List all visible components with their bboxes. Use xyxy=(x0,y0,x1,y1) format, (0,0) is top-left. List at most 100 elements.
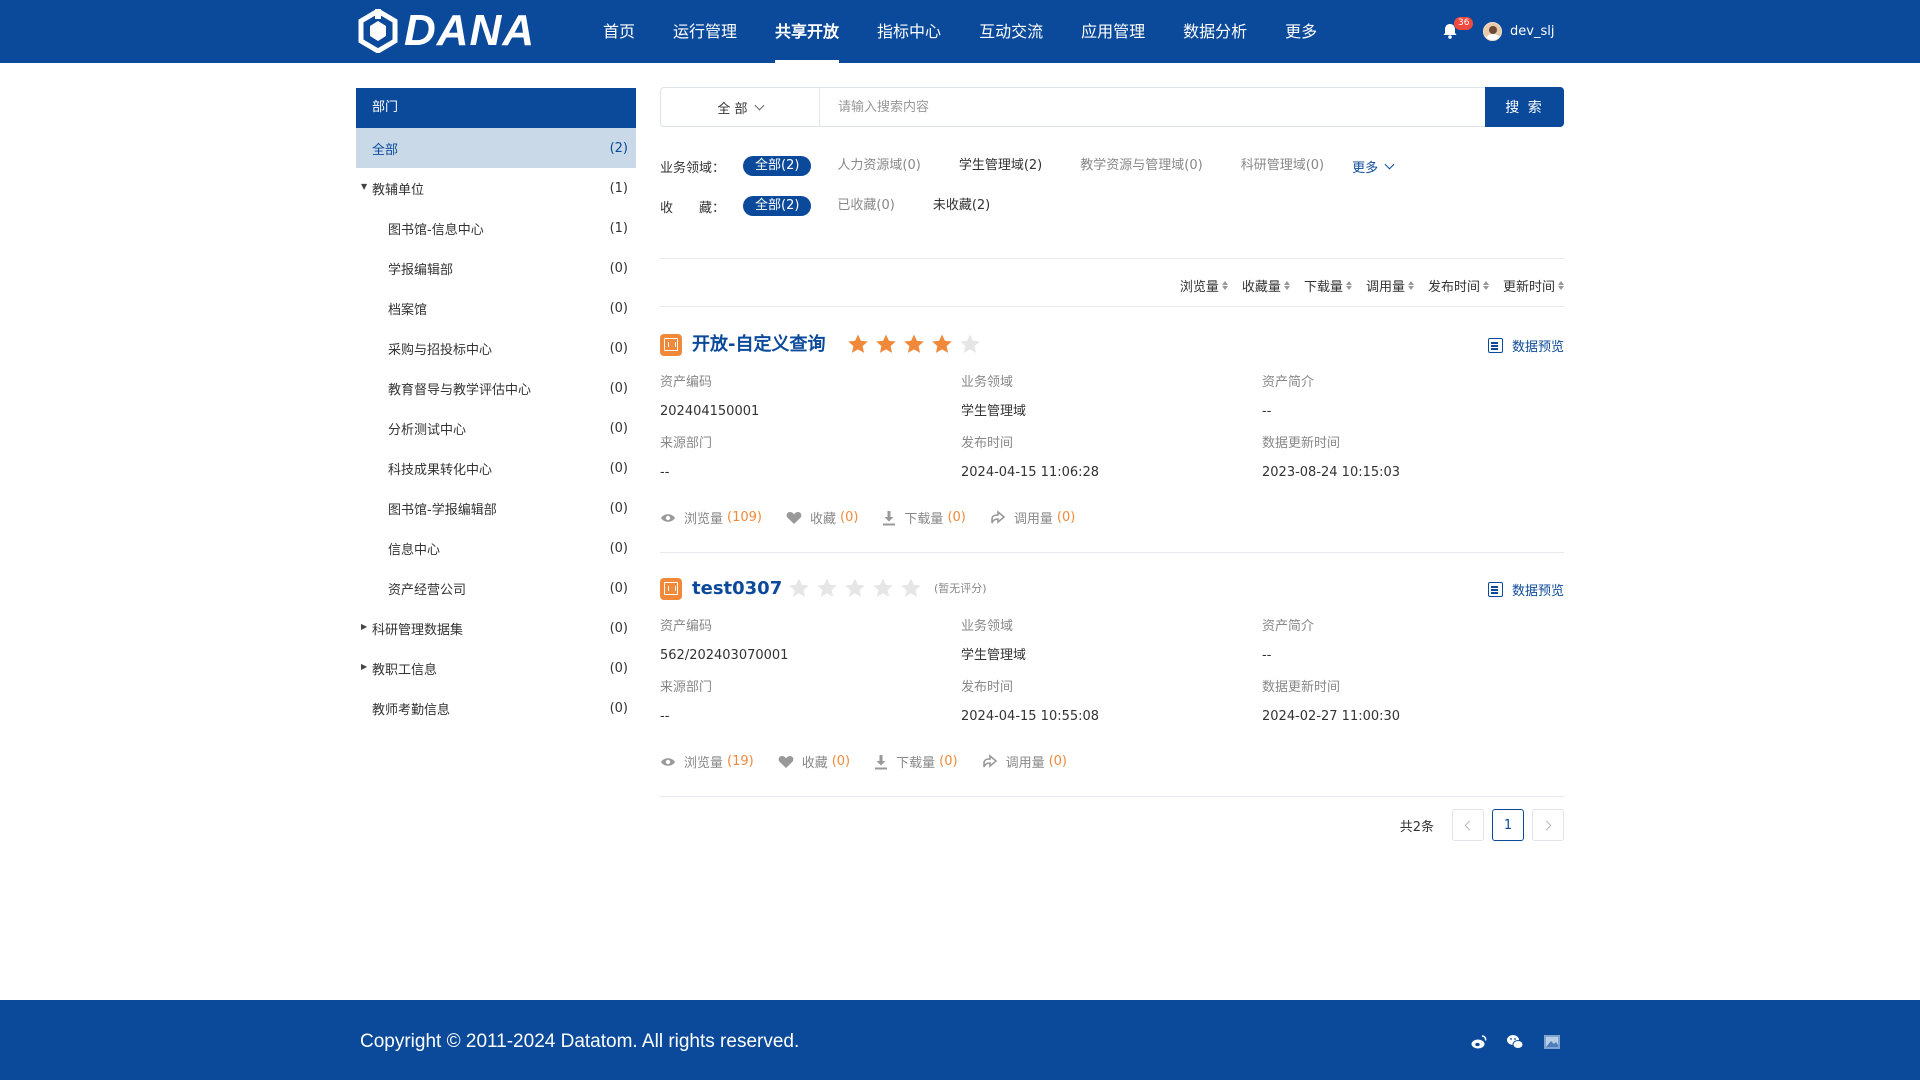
fav-chip-all[interactable]: 全部(2) xyxy=(743,196,812,216)
sidebar-item-count: (2) xyxy=(609,140,628,156)
stat-views[interactable]: 浏览量 (19) xyxy=(660,752,754,771)
field-label: 资产编码 xyxy=(660,619,713,634)
sort-calls[interactable]: 调用量 xyxy=(1366,276,1414,295)
sidebar-item-research-datasets[interactable]: ▶ 科研管理数据集 (0) xyxy=(356,608,636,648)
asset-card: test0307 (暂无评分) 数据预览 资产编码 562/2024030700… xyxy=(660,578,1564,778)
stat-favorites[interactable]: 收藏 (0) xyxy=(786,508,858,527)
star-empty-icon[interactable] xyxy=(900,577,922,599)
star-empty-icon[interactable] xyxy=(844,577,866,599)
sort-favorites[interactable]: 收藏量 xyxy=(1242,276,1290,295)
sort-views[interactable]: 浏览量 xyxy=(1180,276,1228,295)
sidebar-item-attendance[interactable]: 教师考勤信息 (0) xyxy=(356,688,636,728)
sidebar-item-staff-info[interactable]: ▶ 教职工信息 (0) xyxy=(356,648,636,688)
domain-filter-label: 业务领域： xyxy=(660,160,726,176)
sidebar-item-info-center[interactable]: 信息中心 (0) xyxy=(356,528,636,568)
sidebar-item-count: (0) xyxy=(609,340,628,356)
star-filled-icon[interactable] xyxy=(875,333,897,355)
prev-page-button[interactable] xyxy=(1452,809,1484,841)
pagination: 共2条 1 xyxy=(1400,809,1564,841)
domain-chip-student[interactable]: 学生管理域(2) xyxy=(947,156,1054,176)
data-preview-link[interactable]: 数据预览 xyxy=(1487,580,1564,599)
stat-downloads[interactable]: 下载量 (0) xyxy=(874,752,958,771)
nav-operations[interactable]: 运行管理 xyxy=(654,0,756,63)
weibo-icon[interactable] xyxy=(1470,1033,1488,1051)
field-updated: 数据更新时间 2023-08-24 10:15:03 xyxy=(1262,435,1400,482)
domain-chip-research[interactable]: 科研管理域(0) xyxy=(1229,156,1336,176)
sidebar-item-asset-company[interactable]: 资产经营公司 (0) xyxy=(356,568,636,608)
search-input[interactable] xyxy=(820,88,1563,126)
field-value: 学生管理域 xyxy=(961,404,1027,419)
stat-label: 调用量 xyxy=(1013,512,1053,527)
stat-downloads[interactable]: 下载量 (0) xyxy=(882,508,966,527)
sort-downloads[interactable]: 下载量 xyxy=(1304,276,1352,295)
stat-calls[interactable]: 调用量 (0) xyxy=(982,752,1067,771)
stat-views[interactable]: 浏览量 (109) xyxy=(660,508,762,527)
star-filled-icon[interactable] xyxy=(931,333,953,355)
data-preview-link[interactable]: 数据预览 xyxy=(1487,336,1564,355)
nav-apps[interactable]: 应用管理 xyxy=(1062,0,1164,63)
star-empty-icon[interactable] xyxy=(816,577,838,599)
stat-calls[interactable]: 调用量 (0) xyxy=(990,508,1075,527)
star-filled-icon[interactable] xyxy=(903,333,925,355)
fav-chip-collected[interactable]: 已收藏(0) xyxy=(825,196,906,216)
sidebar-item-library-journal[interactable]: 图书馆-学报编辑部 (0) xyxy=(356,488,636,528)
nav-more[interactable]: 更多 xyxy=(1266,0,1336,63)
field-label: 来源部门 xyxy=(660,436,713,451)
caret-right-icon[interactable]: ▶ xyxy=(361,662,371,672)
sidebar-item-label: 科技成果转化中心 xyxy=(388,462,493,478)
stat-value: (0) xyxy=(831,754,851,769)
divider xyxy=(660,306,1564,307)
stat-favorites[interactable]: 收藏 (0) xyxy=(778,752,850,771)
wechat-icon[interactable] xyxy=(1506,1033,1524,1051)
sidebar-item-evaluation[interactable]: 教育督导与教学评估中心 (0) xyxy=(356,368,636,408)
nav-indicators[interactable]: 指标中心 xyxy=(858,0,960,63)
star-empty-icon[interactable] xyxy=(872,577,894,599)
domain-chip-hr[interactable]: 人力资源域(0) xyxy=(825,156,932,176)
sort-bar: 浏览量 收藏量 下载量 调用量 发布时间 更新时间 xyxy=(1166,276,1564,295)
stat-label: 收藏 xyxy=(809,512,836,527)
search-button[interactable]: 搜 索 xyxy=(1485,87,1564,127)
field-domain: 业务领域 学生管理域 xyxy=(961,618,1026,665)
fav-chip-uncollected[interactable]: 未收藏(2) xyxy=(921,196,1002,216)
sidebar-item-journal[interactable]: 学报编辑部 (0) xyxy=(356,248,636,288)
field-label: 资产编码 xyxy=(660,375,713,390)
domain-chip-all[interactable]: 全部(2) xyxy=(743,156,812,176)
sidebar-item-procurement[interactable]: 采购与招投标中心 (0) xyxy=(356,328,636,368)
avatar[interactable] xyxy=(1483,22,1502,41)
username[interactable]: dev_slj xyxy=(1510,22,1554,41)
caret-down-icon[interactable]: ▼ xyxy=(361,182,371,192)
sort-updated[interactable]: 更新时间 xyxy=(1503,276,1564,295)
nav-analysis[interactable]: 数据分析 xyxy=(1164,0,1266,63)
stat-label: 调用量 xyxy=(1005,756,1045,771)
qrcode-image-icon[interactable] xyxy=(1543,1033,1561,1051)
star-empty-icon[interactable] xyxy=(959,333,981,355)
nav-home[interactable]: 首页 xyxy=(584,0,654,63)
next-page-button[interactable] xyxy=(1532,809,1564,841)
stat-label: 浏览量 xyxy=(684,512,724,527)
field-value: 2024-02-27 11:00:30 xyxy=(1262,709,1401,724)
sidebar-item-archives[interactable]: 档案馆 (0) xyxy=(356,288,636,328)
sort-published[interactable]: 发布时间 xyxy=(1428,276,1489,295)
asset-title[interactable]: test0307 xyxy=(692,577,782,601)
sidebar-item-count: (0) xyxy=(609,660,628,676)
sort-label: 调用量 xyxy=(1365,280,1405,295)
caret-right-icon[interactable]: ▶ xyxy=(361,622,371,632)
sidebar-item-teaching-support[interactable]: ▼ 教辅单位 (1) xyxy=(356,168,636,208)
dana-logo[interactable]: DANA xyxy=(358,8,535,54)
nav-sharing[interactable]: 共享开放 xyxy=(756,0,858,63)
domain-more-button[interactable]: 更多 xyxy=(1352,157,1395,176)
search-scope-select[interactable]: 全 部 xyxy=(661,88,820,126)
star-empty-icon[interactable] xyxy=(788,577,810,599)
nav-interaction[interactable]: 互动交流 xyxy=(960,0,1062,63)
sort-label: 浏览量 xyxy=(1179,280,1219,295)
sidebar-item-library-info[interactable]: 图书馆-信息中心 (1) xyxy=(356,208,636,248)
sidebar-item-analysis-center[interactable]: 分析测试中心 (0) xyxy=(356,408,636,448)
page-button-current[interactable]: 1 xyxy=(1492,809,1524,841)
field-value: 学生管理域 xyxy=(961,648,1027,663)
star-filled-icon[interactable] xyxy=(847,333,869,355)
asset-title[interactable]: 开放-自定义查询 xyxy=(692,333,825,357)
domain-chip-teaching[interactable]: 教学资源与管理域(0) xyxy=(1068,156,1214,176)
chevron-right-icon xyxy=(1541,820,1552,830)
sidebar-item-all[interactable]: 全部 (2) xyxy=(356,128,636,168)
sidebar-item-tech-transfer[interactable]: 科技成果转化中心 (0) xyxy=(356,448,636,488)
